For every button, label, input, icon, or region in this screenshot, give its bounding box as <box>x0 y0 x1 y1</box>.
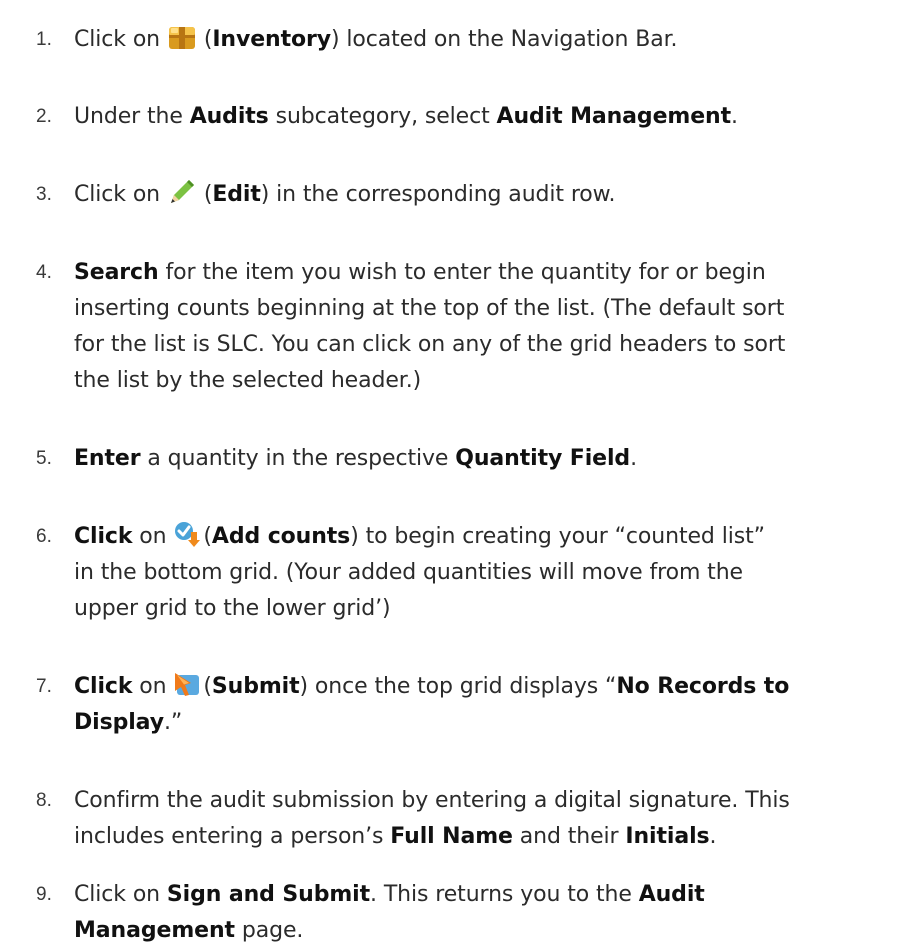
instruction-steps: 1. Click on (Inventory) located on the N… <box>0 0 912 952</box>
inventory-box-icon <box>167 22 197 52</box>
step-text: Enter a quantity in the respective Quant… <box>74 446 637 471</box>
step-number: 1. <box>36 29 52 50</box>
step-number: 6. <box>36 526 52 547</box>
step-text: Click on (Inventory) located on the Navi… <box>74 22 894 58</box>
step-text: Click on Sign and Submit. This returns y… <box>74 882 705 943</box>
step-number: 4. <box>36 262 52 283</box>
step-text: Search for the item you wish to enter th… <box>74 260 786 393</box>
step-number: 7. <box>36 676 52 697</box>
step-text: Click on (Submit) once the top grid disp… <box>74 669 894 741</box>
step-text: Click on (Edit) in the corresponding aud… <box>74 177 894 213</box>
add-counts-icon <box>173 519 203 549</box>
step-number: 8. <box>36 790 52 811</box>
step-text: Click on (Add counts) to begin creating … <box>74 519 894 627</box>
step-text: Confirm the audit submission by entering… <box>74 788 790 849</box>
submit-icon <box>173 669 203 699</box>
step-number: 2. <box>36 106 52 127</box>
step-number: 5. <box>36 448 52 469</box>
step-number: 3. <box>36 184 52 205</box>
step-number: 9. <box>36 884 52 905</box>
step-text: Under the Audits subcategory, select Aud… <box>74 104 738 129</box>
edit-pencil-icon <box>167 177 197 207</box>
